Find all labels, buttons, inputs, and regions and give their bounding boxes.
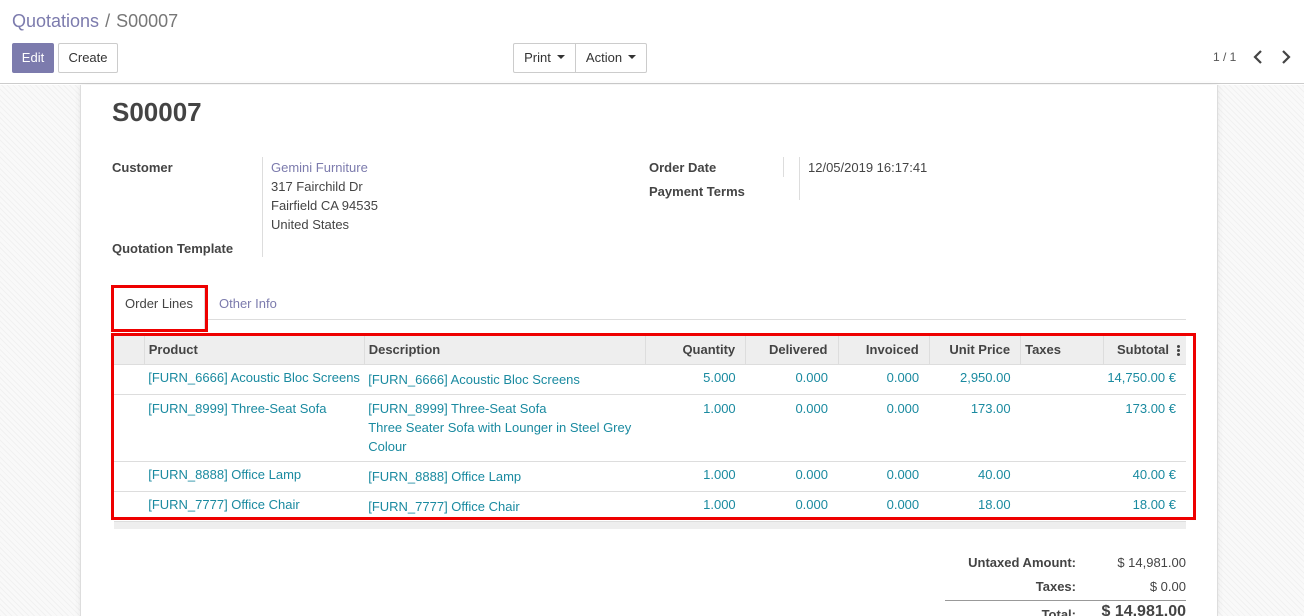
action-label: Action [585,50,623,65]
highlight-box-table [111,333,1196,520]
tabs-divider [112,319,1186,320]
field-separator [783,157,784,177]
quotation-template-label: Quotation Template [112,241,234,256]
action-dropdown-button[interactable]: Action [575,43,647,73]
customer-label: Customer [112,160,173,175]
breadcrumb-separator: / [105,11,111,31]
untaxed-amount-label: Untaxed Amount: [968,555,1076,570]
customer-link[interactable]: Gemini Furniture [271,160,368,175]
field-separator [262,157,263,257]
chevron-right-icon[interactable] [1278,47,1294,67]
taxes-label: Taxes: [1035,579,1076,594]
order-date-label: Order Date [649,160,717,175]
order-date-value: 12/05/2019 16:17:41 [808,160,928,175]
chevron-left-icon[interactable] [1250,47,1266,67]
total-value: $ 14,981.00 [1101,603,1186,616]
taxes-value: $ 0.00 [1149,579,1186,594]
total-label: Total: [1041,607,1076,616]
highlight-box-tab [111,285,208,332]
payment-terms-label: Payment Terms [649,184,745,199]
caret-down-icon [556,54,565,59]
print-dropdown-button[interactable]: Print [513,43,576,73]
field-separator [799,157,800,200]
address-line3: United States [271,217,350,232]
caret-down-icon [628,54,637,59]
pager-value[interactable]: 1 / 1 [1213,50,1236,64]
edit-button[interactable]: Edit [12,43,54,73]
untaxed-amount-value: $ 14,981.00 [1117,555,1186,570]
breadcrumb: Quotations / S00007 [12,10,178,32]
control-panel: Quotations / S00007 Edit Create Print Acti… [0,0,1304,84]
breadcrumb-current: S00007 [116,11,179,31]
table-footer-row [114,520,1186,529]
totals-divider [945,600,1186,601]
print-label: Print [524,50,551,65]
create-button[interactable]: Create [58,43,118,73]
address-line1: 317 Fairchild Dr [271,179,363,194]
breadcrumb-quotations-link[interactable]: Quotations [12,11,99,31]
record-title: S00007 [112,97,202,127]
tab-other-info[interactable]: Other Info [219,296,277,311]
address-line2: Fairfield CA 94535 [271,198,378,213]
